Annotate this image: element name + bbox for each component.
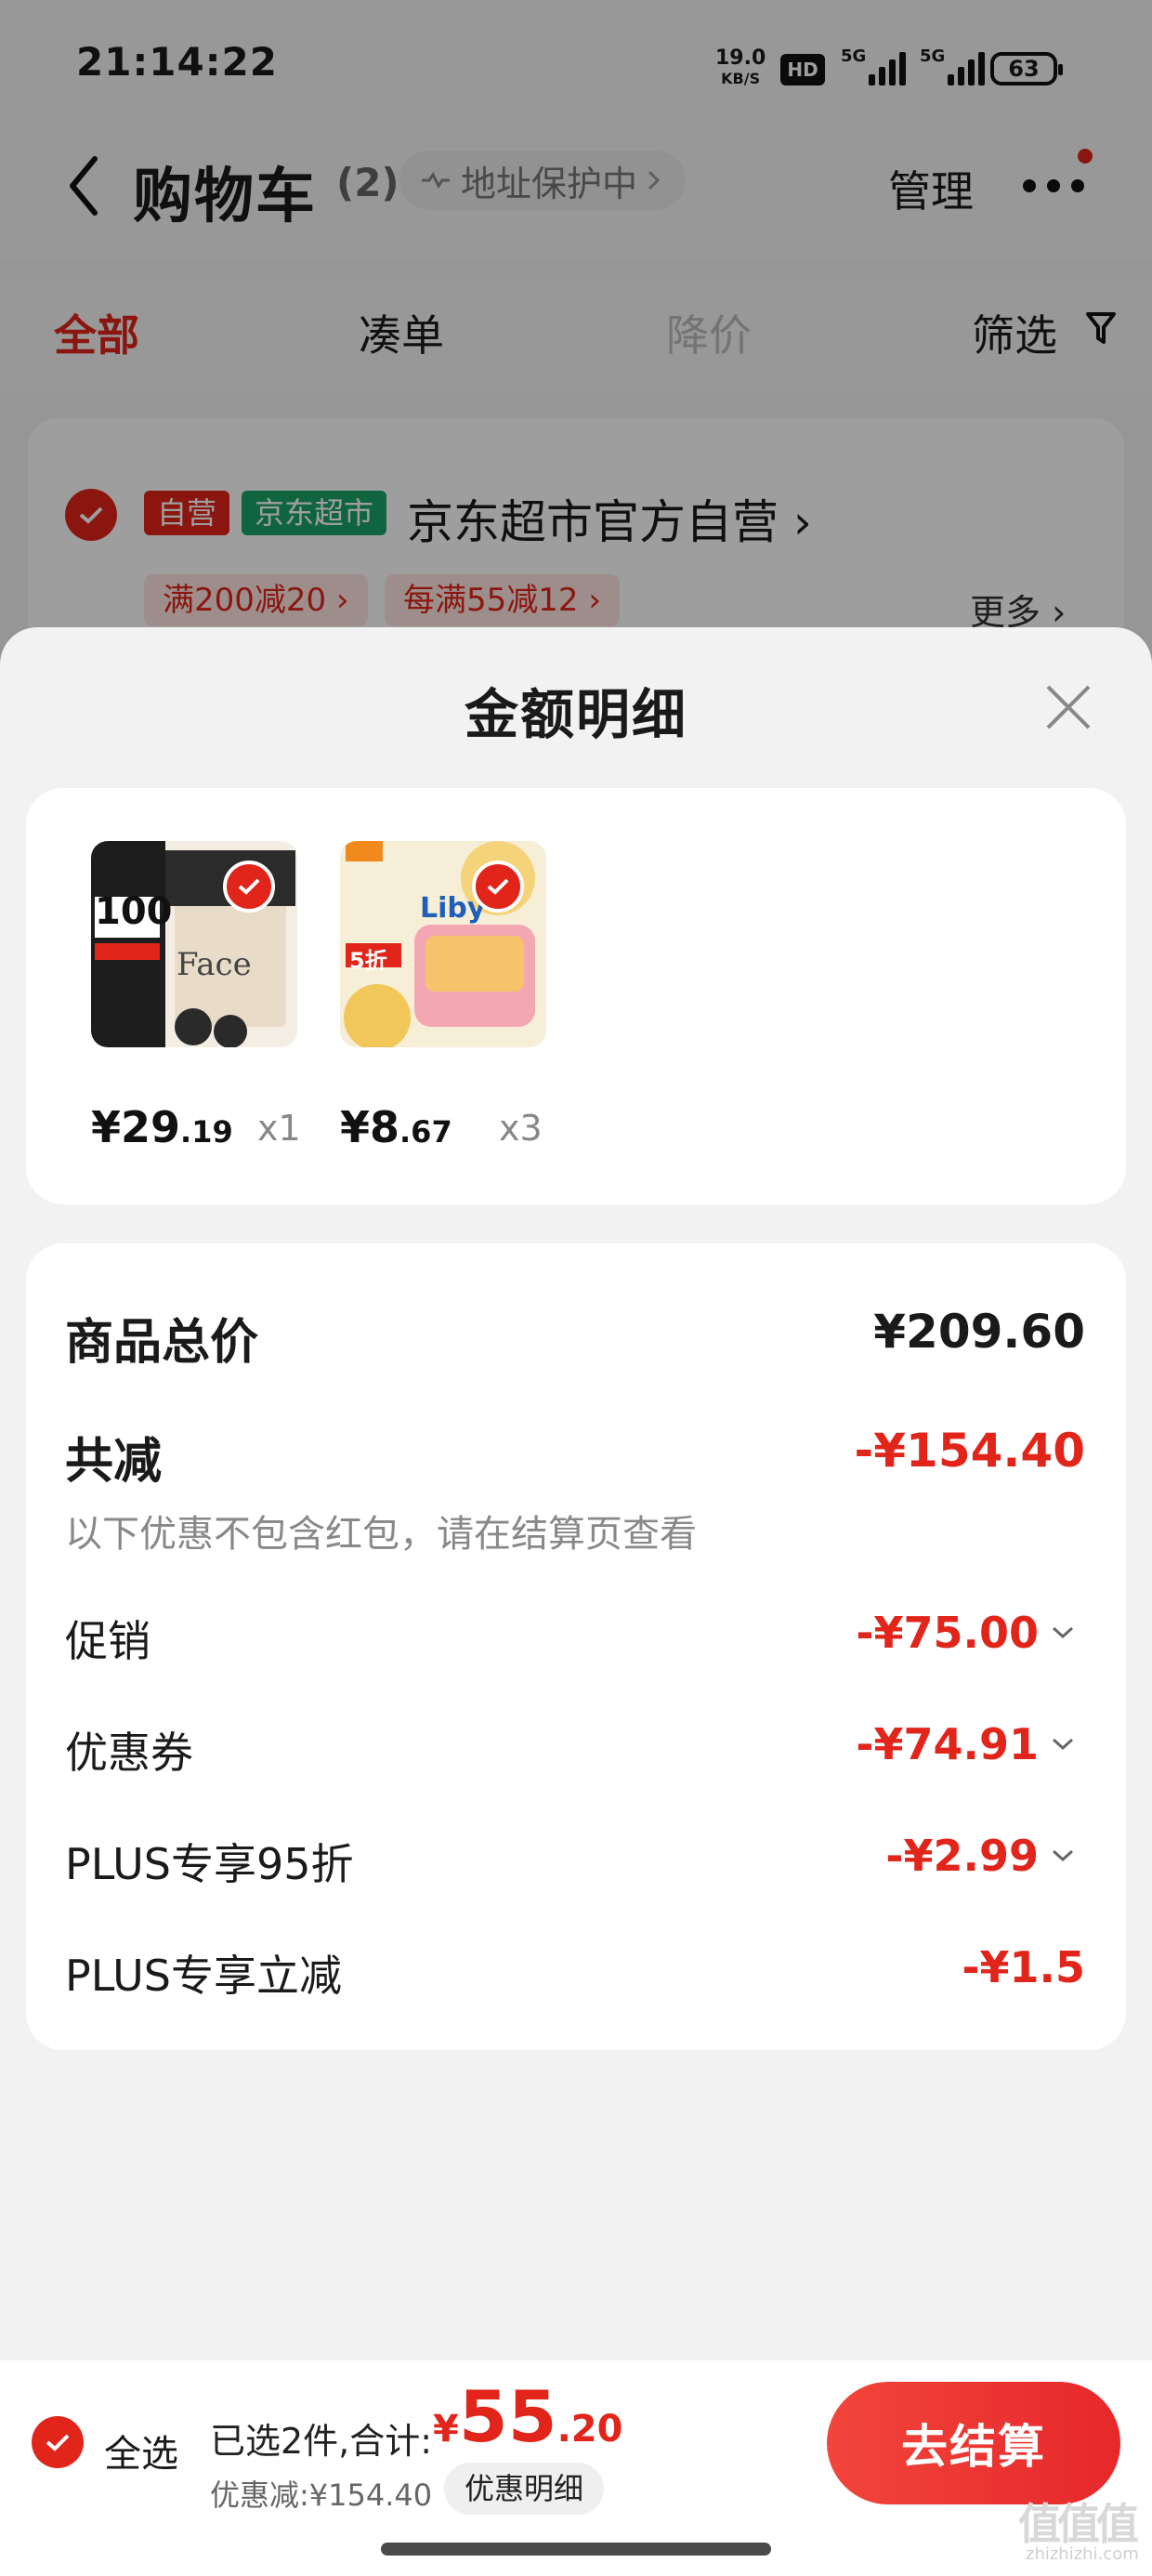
- home-indicator[interactable]: [381, 2543, 771, 2556]
- chevron-down-icon[interactable]: [1050, 1847, 1076, 1864]
- coupon-label: 优惠券: [65, 1728, 193, 1778]
- price-decimal: .67: [399, 1114, 452, 1150]
- plus-instant-label: PLUS专享立减: [65, 1951, 342, 2001]
- plus-discount-value[interactable]: -¥2.99: [885, 1831, 1039, 1881]
- price-integer: ¥29: [91, 1102, 181, 1152]
- discount-detail-button[interactable]: 优惠明细: [444, 2463, 605, 2515]
- product-quantity: x1: [257, 1108, 301, 1149]
- coupon-value[interactable]: -¥74.91: [856, 1719, 1039, 1769]
- watermark-url: zhizhizhi.com: [1026, 2544, 1139, 2564]
- total-decimal: .20: [556, 2408, 623, 2451]
- discount-note: 以下优惠不包含红包，请在结算页查看: [65, 1513, 697, 1556]
- product-image-badge: 100: [95, 890, 173, 933]
- chevron-down-icon[interactable]: [1050, 1736, 1076, 1753]
- product-checkbox[interactable]: [472, 861, 524, 913]
- total-reduction-value: -¥154.40: [854, 1424, 1086, 1478]
- check-icon: [487, 878, 509, 895]
- total-price-label: 商品总价: [65, 1315, 259, 1371]
- total-amount: ¥55.20: [433, 2375, 622, 2458]
- product-quantity: x3: [499, 1108, 543, 1149]
- close-icon[interactable]: [1042, 681, 1094, 733]
- checkout-button[interactable]: 去结算: [827, 2382, 1120, 2504]
- watermark: 值值值: [1018, 2499, 1139, 2549]
- check-icon: [46, 2434, 70, 2451]
- selected-summary: 已选2件,合计:: [210, 2421, 433, 2462]
- select-all-label[interactable]: 全选: [104, 2424, 178, 2477]
- promotion-label: 促销: [65, 1616, 151, 1666]
- product-price: ¥29.19: [91, 1102, 233, 1152]
- price-integer: ¥8: [340, 1102, 400, 1152]
- product-checkbox[interactable]: [223, 861, 275, 913]
- discount-summary: 优惠减:¥154.40: [210, 2477, 433, 2513]
- price-decimal: .19: [180, 1114, 233, 1150]
- product-image-badge: 5折: [349, 948, 387, 974]
- select-all-checkbox[interactable]: [32, 2416, 84, 2468]
- sheet-title: 金额明细: [464, 683, 687, 746]
- promotion-value[interactable]: -¥75.00: [856, 1608, 1039, 1658]
- check-icon: [238, 878, 260, 895]
- chevron-down-icon[interactable]: [1050, 1624, 1076, 1641]
- product-price: ¥8.67: [340, 1102, 452, 1152]
- plus-discount-label: PLUS专享95折: [65, 1839, 354, 1889]
- plus-instant-value: -¥1.5: [962, 1942, 1085, 1992]
- total-currency: ¥: [433, 2408, 459, 2451]
- total-price-value: ¥209.60: [873, 1305, 1085, 1359]
- total-integer: 55: [458, 2375, 557, 2458]
- total-reduction-label: 共减: [65, 1434, 163, 1490]
- product-image-brand: Face: [177, 946, 252, 983]
